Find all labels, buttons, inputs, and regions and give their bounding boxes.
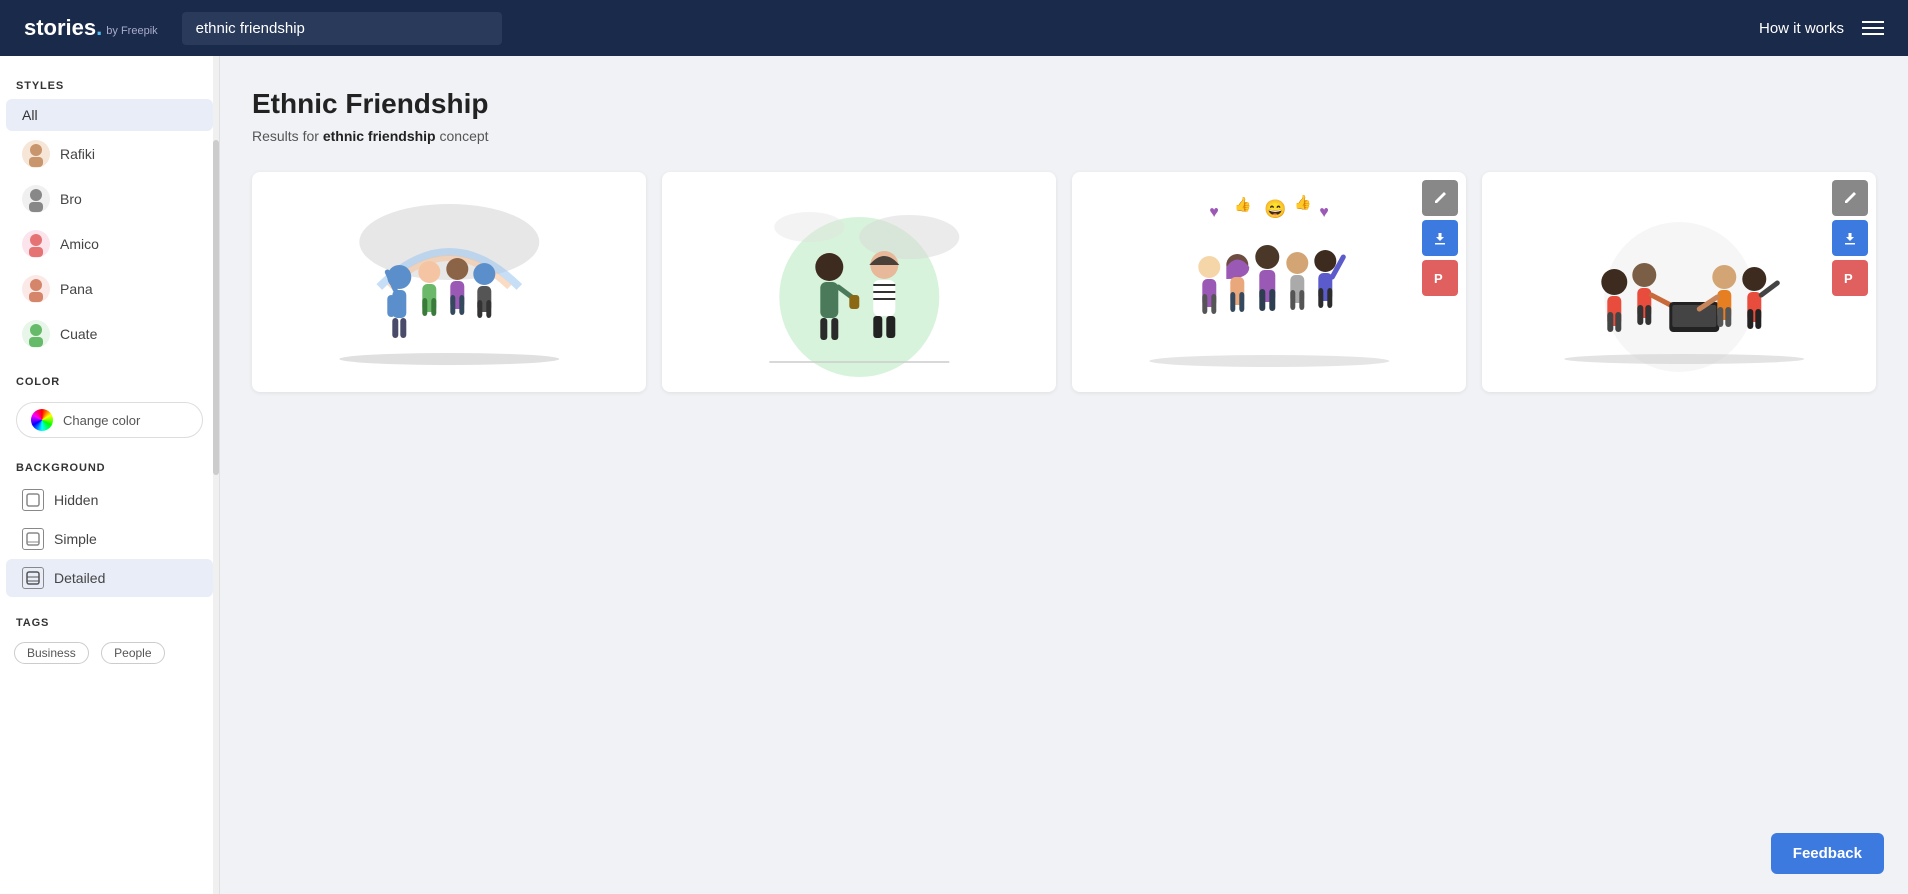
header-right: How it works: [1759, 20, 1884, 37]
illustration-4: [1502, 187, 1857, 377]
styles-section-title: STYLES: [0, 72, 219, 98]
pana-avatar: [22, 275, 50, 303]
tag-people[interactable]: People: [101, 642, 164, 664]
header: stories . by Freepik How it works: [0, 0, 1908, 56]
amico-avatar: [22, 230, 50, 258]
pinterest-button-3[interactable]: P: [1422, 260, 1458, 296]
detailed-icon: [22, 567, 44, 589]
svg-text:♥: ♥: [1209, 204, 1219, 221]
image-card-2[interactable]: [662, 172, 1056, 392]
results-prefix: Results for: [252, 128, 323, 144]
svg-text:😄: 😄: [1264, 199, 1286, 219]
logo-by: by Freepik: [106, 25, 157, 37]
sidebar-item-simple[interactable]: Simple: [6, 520, 213, 558]
illustration-3: ♥ 👍 😄 👍 ♥: [1092, 187, 1447, 377]
tag-business[interactable]: Business: [14, 642, 89, 664]
image-card-4[interactable]: P: [1482, 172, 1876, 392]
detailed-label: Detailed: [54, 570, 105, 586]
color-section: Change color: [0, 394, 219, 446]
sidebar-item-rafiki[interactable]: Rafiki: [6, 132, 213, 176]
hidden-icon: [22, 489, 44, 511]
sidebar-item-label: Bro: [60, 191, 82, 207]
results-text: Results for ethnic friendship concept: [252, 128, 1876, 144]
svg-text:👍: 👍: [1294, 194, 1311, 211]
results-keyword: ethnic friendship: [323, 128, 436, 144]
simple-label: Simple: [54, 531, 97, 547]
sidebar-item-cuate[interactable]: Cuate: [6, 312, 213, 356]
search-input[interactable]: [182, 12, 502, 45]
hamburger-line: [1862, 27, 1884, 29]
change-color-button[interactable]: Change color: [16, 402, 203, 438]
tags-container: Business People: [0, 635, 219, 671]
page-title: Ethnic Friendship: [252, 88, 1876, 120]
sidebar-item-amico[interactable]: Amico: [6, 222, 213, 266]
card-3-actions: P: [1422, 180, 1458, 296]
sidebar-item-label: Pana: [60, 281, 93, 297]
logo: stories . by Freepik: [24, 15, 158, 41]
image-card-1[interactable]: [252, 172, 646, 392]
illustration-1: [272, 187, 627, 377]
svg-text:♥: ♥: [1319, 204, 1329, 221]
svg-text:P: P: [1434, 271, 1443, 286]
edit-button-3[interactable]: [1422, 180, 1458, 216]
pinterest-button-4[interactable]: P: [1832, 260, 1868, 296]
bro-avatar: [22, 185, 50, 213]
tags-section-title: TAGS: [0, 609, 219, 635]
hamburger-line: [1862, 33, 1884, 35]
sidebar-item-all[interactable]: All: [6, 99, 213, 131]
how-it-works-link[interactable]: How it works: [1759, 20, 1844, 37]
card-4-actions: P: [1832, 180, 1868, 296]
logo-text: stories: [24, 15, 96, 41]
sidebar-item-label: Amico: [60, 236, 99, 252]
image-grid: ♥ 👍 😄 👍 ♥: [252, 172, 1876, 392]
illustration-2: [682, 187, 1037, 377]
edit-button-4[interactable]: [1832, 180, 1868, 216]
content-area: Ethnic Friendship Results for ethnic fri…: [220, 56, 1908, 894]
svg-text:P: P: [1844, 271, 1853, 286]
hamburger-menu[interactable]: [1862, 21, 1884, 35]
feedback-button[interactable]: Feedback: [1771, 833, 1884, 874]
background-section-title: BACKGROUND: [0, 454, 219, 480]
sidebar-item-detailed[interactable]: Detailed: [6, 559, 213, 597]
sidebar-item-hidden[interactable]: Hidden: [6, 481, 213, 519]
image-card-3[interactable]: ♥ 👍 😄 👍 ♥: [1072, 172, 1466, 392]
cuate-avatar: [22, 320, 50, 348]
hidden-label: Hidden: [54, 492, 98, 508]
hamburger-line: [1862, 21, 1884, 23]
sidebar-item-label: Rafiki: [60, 146, 95, 162]
logo-dot: .: [96, 15, 102, 41]
color-wheel-icon: [31, 409, 53, 431]
simple-icon: [22, 528, 44, 550]
sidebar: STYLES All Rafiki Bro Amico Pana: [0, 56, 220, 894]
main-layout: STYLES All Rafiki Bro Amico Pana: [0, 56, 1908, 894]
sidebar-item-pana[interactable]: Pana: [6, 267, 213, 311]
scrollbar-track[interactable]: [213, 56, 219, 894]
rafiki-avatar: [22, 140, 50, 168]
change-color-label: Change color: [63, 413, 140, 428]
sidebar-item-bro[interactable]: Bro: [6, 177, 213, 221]
sidebar-item-label: All: [22, 107, 38, 123]
color-section-title: COLOR: [0, 368, 219, 394]
download-button-4[interactable]: [1832, 220, 1868, 256]
download-button-3[interactable]: [1422, 220, 1458, 256]
results-suffix: concept: [436, 128, 489, 144]
sidebar-item-label: Cuate: [60, 326, 97, 342]
scrollbar-thumb[interactable]: [213, 140, 219, 475]
svg-text:👍: 👍: [1234, 196, 1251, 213]
